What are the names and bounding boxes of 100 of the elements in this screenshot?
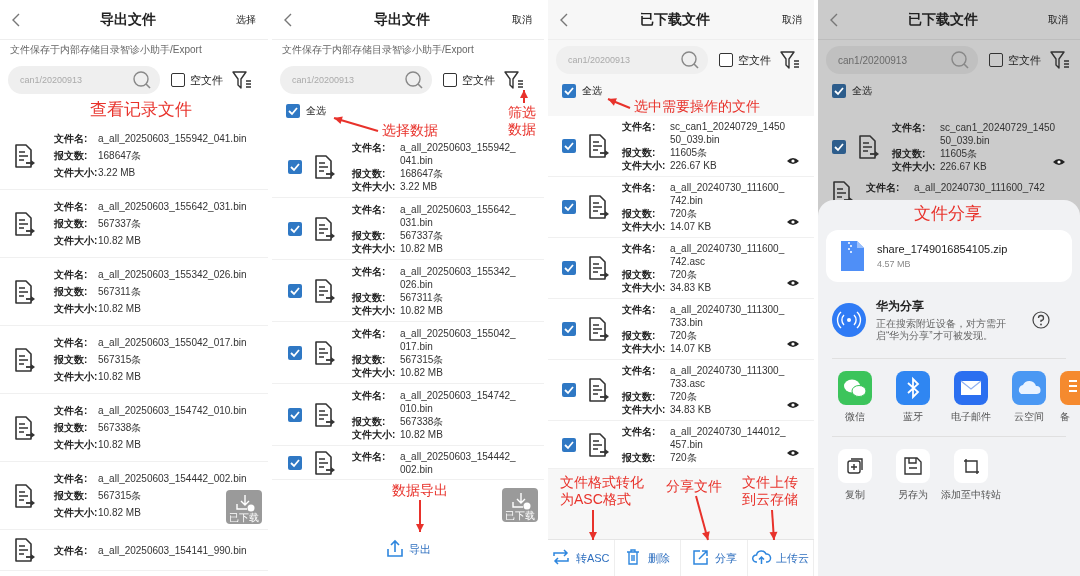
checkbox[interactable]	[562, 322, 576, 336]
field-value: 10.82 MB	[98, 370, 141, 384]
back-icon[interactable]	[558, 11, 570, 28]
checkbox[interactable]	[443, 73, 457, 87]
checkbox[interactable]	[288, 283, 302, 298]
email-icon[interactable]	[954, 371, 988, 405]
search-field[interactable]: can1/20200913	[556, 46, 708, 74]
checkbox[interactable]	[832, 139, 846, 154]
downloaded-button[interactable]: 已下载	[502, 488, 538, 522]
eye-icon[interactable]	[786, 156, 800, 166]
eye-icon[interactable]	[786, 400, 800, 410]
search-field[interactable]: can1/20200913	[280, 66, 432, 94]
field-value: 720条	[670, 329, 697, 342]
file-card[interactable]: share_1749016854105.zip 4.57 MB	[826, 230, 1072, 282]
document-icon	[14, 415, 36, 440]
checkbox[interactable]	[562, 200, 576, 214]
field-value: a_all_20250603_155942_041.bin	[98, 132, 247, 146]
checkbox[interactable]	[288, 221, 302, 236]
search-icon[interactable]	[680, 50, 700, 70]
search-icon[interactable]	[132, 70, 152, 90]
field-value: 567311条	[98, 285, 141, 299]
back-icon[interactable]	[10, 11, 22, 28]
checkbox[interactable]	[171, 73, 185, 87]
field-label: 文件大小:	[622, 281, 667, 294]
checkbox[interactable]	[832, 84, 846, 98]
filter-icon[interactable]	[1050, 50, 1070, 70]
field-value: a_all_20250603_154742_010.bin	[400, 388, 517, 415]
checkbox[interactable]	[562, 139, 576, 153]
action-tile[interactable]	[838, 449, 872, 483]
field-value: a_all_20240730_111600_742	[914, 181, 1045, 194]
field-value: 567338条	[400, 414, 444, 428]
field-label: 文件大小:	[622, 220, 667, 233]
header-action-button[interactable]: 取消	[510, 10, 534, 29]
file-name: share_1749016854105.zip	[877, 243, 1008, 255]
annotation-text: 文件分享	[914, 203, 982, 224]
convert-button[interactable]: 转ASC	[548, 540, 615, 576]
search-icon[interactable]	[404, 70, 424, 90]
checkbox[interactable]	[562, 383, 576, 397]
field-value: 10.82 MB	[400, 241, 443, 255]
checkbox-label: 空文件	[190, 72, 223, 88]
action-tile[interactable]	[896, 449, 930, 483]
field-label: 报文数:	[54, 421, 89, 435]
document-icon	[14, 483, 36, 508]
checkbox[interactable]	[288, 159, 302, 174]
field-value: 10.82 MB	[400, 365, 443, 379]
checkbox[interactable]	[288, 455, 302, 470]
downloaded-button[interactable]: 已下载	[226, 490, 262, 524]
checkbox[interactable]	[562, 437, 576, 452]
checkbox[interactable]	[562, 261, 576, 275]
document-icon	[314, 402, 336, 427]
field-label: 文件大小:	[54, 438, 98, 452]
document-icon	[14, 538, 36, 562]
checkbox[interactable]	[288, 345, 302, 360]
field-label: 文件名:	[352, 326, 387, 341]
eye-icon[interactable]	[786, 448, 800, 458]
export-button[interactable]: 导出	[379, 532, 437, 566]
document-icon	[588, 378, 610, 402]
action-tile[interactable]	[954, 449, 988, 483]
document-icon	[588, 317, 610, 341]
header-action-button[interactable]: 选择	[234, 10, 258, 29]
annotation-text: 文件上传到云存储	[742, 474, 799, 508]
field-value: 14.07 KB	[670, 342, 712, 355]
field-value: a_all_20250603_155342_026.bin	[400, 264, 517, 291]
filter-icon[interactable]	[780, 50, 800, 70]
checkbox[interactable]	[719, 53, 733, 67]
bluetooth-icon[interactable]	[896, 371, 930, 405]
share-button[interactable]: 分享	[681, 540, 748, 576]
field-label: 文件名:	[622, 120, 657, 134]
document-icon	[14, 143, 36, 168]
field-value: 720条	[670, 268, 697, 281]
eye-icon[interactable]	[786, 278, 800, 288]
back-icon[interactable]	[828, 11, 840, 28]
checkbox[interactable]	[286, 104, 300, 118]
wireless-icon	[832, 303, 866, 337]
search-field[interactable]: can1/20200913	[8, 66, 160, 94]
field-value: 10.82 MB	[98, 234, 141, 248]
field-label: 报文数:	[352, 166, 387, 180]
cloud-icon[interactable]	[1012, 371, 1046, 405]
eye-icon[interactable]	[786, 217, 800, 227]
eye-icon[interactable]	[786, 339, 800, 349]
filter-icon[interactable]	[232, 70, 252, 90]
field-label: 文件名:	[622, 242, 657, 256]
delete-button[interactable]: 删除	[614, 540, 681, 576]
search-field[interactable]: can1/20200913	[826, 46, 978, 74]
field-label: 文件大小:	[54, 370, 98, 384]
upload-button[interactable]: 上传云	[747, 540, 814, 576]
checkbox[interactable]	[562, 84, 576, 98]
back-icon[interactable]	[282, 11, 294, 28]
help-icon[interactable]	[1032, 311, 1050, 329]
field-value: a_all_20240730_111600_742.bin	[670, 181, 786, 207]
checkbox[interactable]	[288, 407, 302, 422]
eye-icon[interactable]	[1052, 157, 1066, 167]
filter-icon[interactable]	[504, 70, 524, 90]
field-label: 文件大小:	[352, 427, 397, 441]
checkbox[interactable]	[989, 53, 1003, 67]
header-action-button[interactable]: 取消	[1046, 10, 1070, 29]
app-label: 备	[1060, 410, 1070, 424]
header-action-button[interactable]: 取消	[780, 10, 804, 29]
field-label: 文件名:	[54, 543, 89, 558]
checkbox-label: 空文件	[738, 52, 771, 68]
